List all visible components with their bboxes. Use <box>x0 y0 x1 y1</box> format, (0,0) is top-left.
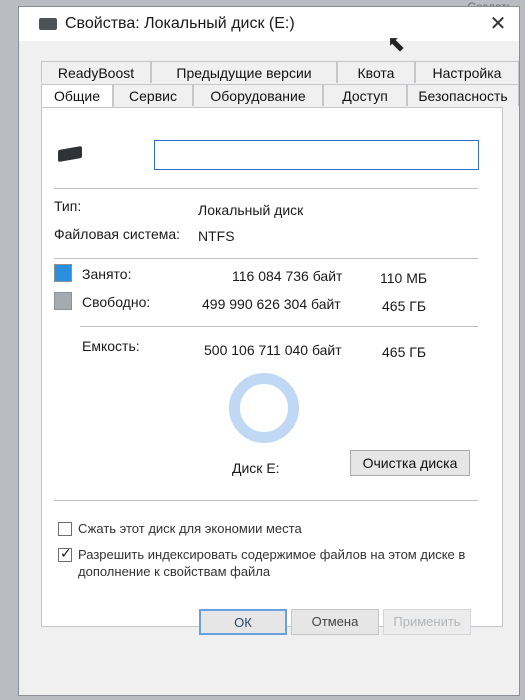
close-button[interactable]: ✕ <box>485 11 511 37</box>
free-space-bytes: 499 990 626 304 байт <box>202 296 341 312</box>
tab-previous-versions[interactable]: Предыдущие версии <box>151 61 337 83</box>
used-space-bytes: 116 084 736 байт <box>232 268 343 284</box>
tab-general[interactable]: Общие <box>41 84 113 108</box>
properties-dialog: Свойства: Локальный диск (E:) ✕ ⬉ ReadyB… <box>18 6 520 696</box>
tab-readyboost[interactable]: ReadyBoost <box>41 61 151 83</box>
tab-sharing[interactable]: Доступ <box>323 84 407 106</box>
disk-icon <box>58 145 82 163</box>
tab-tools[interactable]: Сервис <box>113 84 193 106</box>
tab-hardware[interactable]: Оборудование <box>193 84 323 106</box>
title-bar[interactable]: Свойства: Локальный диск (E:) ✕ <box>19 7 519 41</box>
index-contents-checkbox[interactable]: ✓ <box>58 545 72 562</box>
tab-customize[interactable]: Настройка <box>415 61 519 83</box>
close-icon: ✕ <box>489 13 507 35</box>
ok-button[interactable]: ОК <box>199 609 287 635</box>
checkmark-icon: ✓ <box>60 545 72 561</box>
capacity-label: Емкость: <box>82 338 140 354</box>
cancel-button[interactable]: Отмена <box>291 609 379 635</box>
type-label: Тип: <box>54 198 82 214</box>
apply-button[interactable]: Применить <box>383 609 471 635</box>
compress-drive-checkbox[interactable] <box>58 522 72 536</box>
drive-name-input[interactable] <box>154 140 479 170</box>
used-space-label: Занято: <box>82 266 132 282</box>
drive-icon <box>39 18 57 30</box>
disk-cleanup-button[interactable]: Очистка диска <box>350 450 470 476</box>
divider <box>54 500 478 501</box>
used-space-size: 110 МБ <box>380 270 428 286</box>
filesystem-value: NTFS <box>198 228 235 244</box>
window-title: Свойства: Локальный диск (E:) <box>65 15 295 32</box>
mouse-cursor-icon: ⬉ <box>387 31 406 56</box>
disk-usage-pie-chart <box>229 373 299 443</box>
disk-letter-label: Диск E: <box>232 460 280 476</box>
tab-security[interactable]: Безопасность <box>407 84 519 106</box>
type-value: Локальный диск <box>198 202 304 218</box>
index-contents-label: Разрешить индексировать содержимое файло… <box>78 547 466 579</box>
divider <box>54 258 478 259</box>
divider <box>80 326 478 327</box>
free-space-size: 465 ГБ <box>382 298 427 314</box>
capacity-size: 465 ГБ <box>382 344 427 360</box>
general-tab-pane: Тип: Локальный диск Файловая система: NT… <box>41 107 503 627</box>
free-space-label: Свободно: <box>82 294 151 310</box>
divider <box>54 188 478 189</box>
filesystem-label: Файловая система: <box>54 226 181 242</box>
used-space-color-swatch <box>54 264 72 282</box>
capacity-bytes: 500 106 711 040 байт <box>204 342 342 358</box>
tab-quota[interactable]: Квота <box>337 61 415 83</box>
free-space-color-swatch <box>54 292 72 310</box>
compress-drive-label: Сжать этот диск для экономии места <box>78 521 302 536</box>
